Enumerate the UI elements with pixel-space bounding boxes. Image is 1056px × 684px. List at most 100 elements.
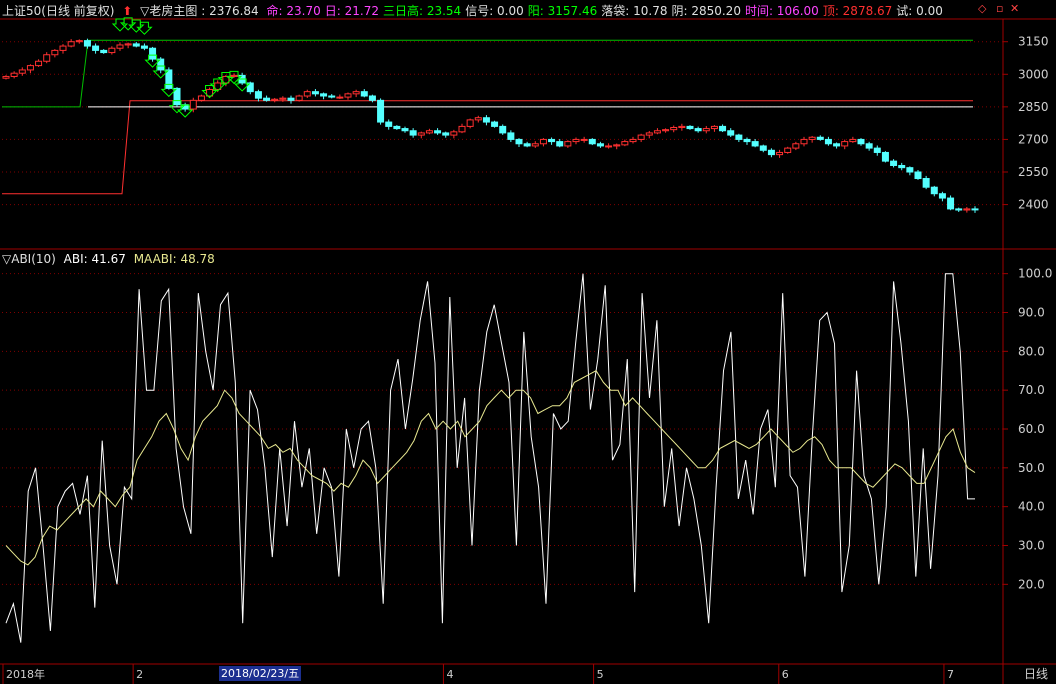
candle-body	[857, 138, 865, 145]
candle-body	[295, 95, 303, 101]
candle-body	[254, 91, 262, 99]
candle-body	[417, 132, 425, 136]
indicator-field: 阴: 2850.20	[671, 4, 741, 18]
close-icon[interactable]: ✕	[1010, 2, 1019, 16]
candle-body	[83, 40, 91, 47]
abi-tick-label: 80.0	[1018, 344, 1045, 358]
abi-indicator-title[interactable]: ▽ABI(10)	[2, 252, 56, 266]
candlestick-series	[2, 38, 979, 213]
candle-body	[132, 43, 140, 47]
date-tick-label: 7	[947, 668, 954, 681]
candle-body	[18, 69, 26, 74]
abi-tick-label: 20.0	[1018, 577, 1045, 591]
date-tick-label: 5	[597, 668, 604, 681]
candle-body	[914, 171, 922, 180]
stock-chart-canvas[interactable]: 3150 3000 2850 2700 2550 2400 100.0 90.0 80.0 70.…	[0, 0, 1056, 684]
candle-body	[523, 143, 531, 147]
candle-body	[596, 143, 604, 147]
candle-body	[890, 160, 898, 166]
candle-body	[539, 138, 547, 145]
candle-body	[971, 208, 979, 211]
date-tick-label: 2	[136, 668, 143, 681]
candle-body	[26, 65, 34, 71]
candle-body	[637, 134, 645, 140]
candle-body	[930, 186, 938, 195]
candle-body	[2, 75, 10, 79]
candle-body	[328, 95, 336, 98]
candle-body	[865, 143, 873, 149]
candle-body	[629, 138, 637, 143]
candle-body	[140, 45, 148, 49]
candle-body	[197, 95, 205, 101]
candle-body	[320, 93, 328, 97]
index-name[interactable]: 上证50(日线 前复权)	[2, 4, 114, 18]
candle-body	[263, 97, 271, 101]
candle-body	[906, 167, 914, 173]
abi-tick-label: 100.0	[1018, 267, 1052, 281]
candle-body	[336, 96, 344, 99]
restore-icon[interactable]: ▫	[996, 2, 1003, 16]
price-tick-label: 2550	[1018, 165, 1049, 179]
candle-body	[377, 99, 385, 123]
candle-body	[833, 143, 841, 147]
candle-body	[662, 129, 670, 132]
candle-body	[767, 149, 775, 156]
candle-body	[710, 125, 718, 130]
candle-body	[458, 125, 466, 133]
candle-body	[116, 44, 124, 49]
price-tick-label: 2400	[1018, 198, 1049, 212]
candle-body	[922, 178, 930, 188]
sub-chart-header: ▽ABI(10) ABI: 41.67 MAABI: 48.78	[2, 251, 219, 267]
abi-line	[5, 273, 975, 643]
candle-body	[360, 91, 368, 97]
yang-line	[2, 39, 973, 108]
candle-body	[564, 141, 572, 147]
candle-body	[491, 121, 499, 127]
indicator-values: 命: 23.70 日: 21.72 三日高: 23.54 信号: 0.00 阳: 315…	[267, 4, 947, 18]
candle-body	[800, 138, 808, 145]
diamond-icon[interactable]: ◇	[978, 2, 986, 16]
candle-body	[474, 117, 482, 121]
candle-body	[108, 47, 116, 54]
candle-body	[735, 134, 743, 140]
candle-body	[230, 74, 238, 77]
candle-body	[621, 141, 629, 146]
down-arrow-icon	[111, 18, 129, 32]
candle-body	[938, 193, 946, 199]
candle-body	[507, 132, 515, 140]
candle-body	[279, 97, 287, 100]
up-arrow-icon: ⬆	[122, 4, 133, 18]
candle-body	[613, 144, 621, 147]
candle-body	[702, 128, 710, 132]
candle-body	[401, 128, 409, 132]
candle-body	[344, 93, 352, 98]
candle-body	[287, 97, 295, 101]
abi-tick-label: 90.0	[1018, 305, 1045, 319]
abi-tick-label: 30.0	[1018, 538, 1045, 552]
top-line	[2, 100, 973, 195]
candle-body	[92, 45, 100, 51]
candle-body	[515, 138, 523, 145]
indicator-field: 试: 0.00	[896, 4, 943, 18]
candle-body	[67, 41, 75, 47]
candle-body	[816, 136, 824, 140]
price-tick-label: 2700	[1018, 132, 1049, 146]
candle-body	[605, 145, 613, 148]
indicator-field: 时间: 106.00	[744, 4, 819, 18]
signal-arrows	[111, 17, 251, 118]
candle-body	[466, 119, 474, 127]
cursor-date-label: 2018/02/23/五	[219, 666, 302, 681]
candle-body	[784, 147, 792, 153]
candle-body	[645, 132, 653, 136]
candle-body	[303, 91, 311, 97]
indicator-title[interactable]: ▽老房主图 : 2376.84	[140, 4, 259, 18]
candle-body	[548, 138, 556, 143]
candle-body	[759, 145, 767, 151]
candle-body	[947, 197, 955, 210]
period-tab-daily[interactable]: 日线	[1024, 665, 1048, 682]
candle-body	[678, 125, 686, 128]
candle-body	[352, 91, 360, 95]
candle-body	[873, 147, 881, 153]
price-tick-label: 3150	[1018, 35, 1049, 49]
abi-tick-label: 50.0	[1018, 461, 1045, 475]
